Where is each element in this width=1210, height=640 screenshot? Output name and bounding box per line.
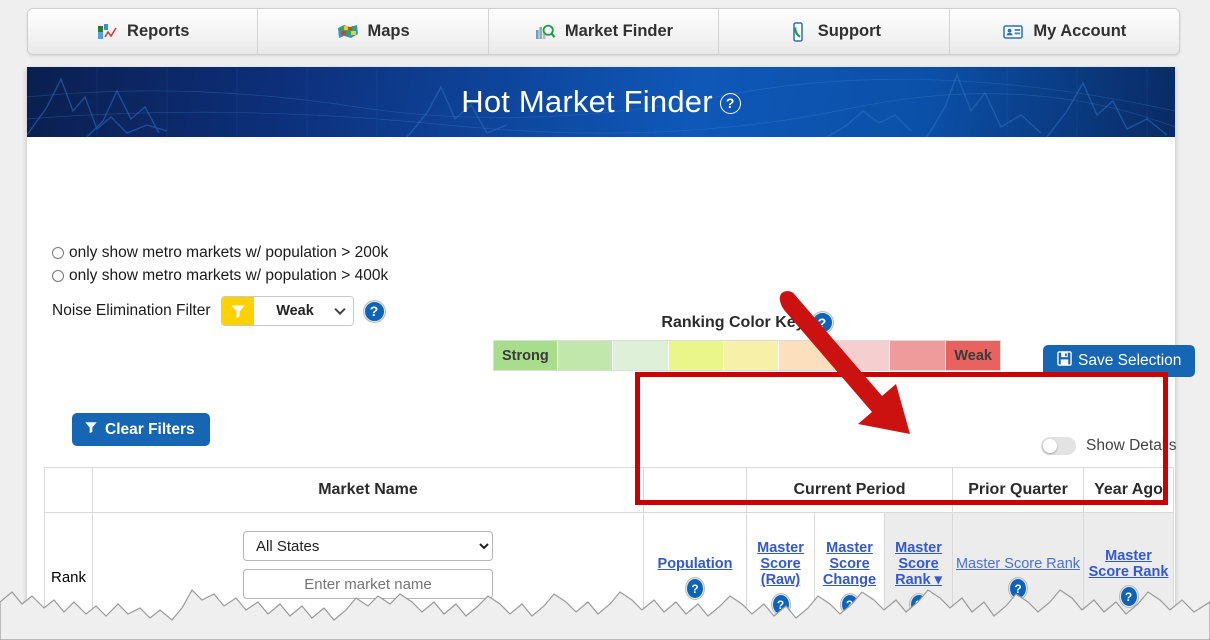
group-header-prior-quarter: Prior Quarter — [952, 467, 1084, 513]
noise-filter-label: Noise Elimination Filter — [52, 302, 211, 319]
funnel-icon — [84, 420, 98, 439]
radio-200k-label: only show metro markets w/ population > … — [69, 244, 389, 261]
radio-400k-label: only show metro markets w/ population > … — [69, 267, 389, 284]
color-key-weak-label: Weak — [954, 347, 992, 364]
filters-panel: only show metro markets w/ population > … — [52, 244, 388, 326]
save-selection-label: Save Selection — [1078, 352, 1182, 369]
market-link[interactable]: Market — [345, 607, 391, 624]
chart-search-icon — [534, 21, 556, 43]
year-ago-rank-help-icon[interactable]: ? — [1119, 586, 1138, 608]
nav-tab-label: My Account — [1033, 22, 1127, 40]
column-header-year-ago-rank[interactable]: Master Score Rank ? — [1083, 512, 1174, 640]
group-header-population-blank — [643, 467, 747, 513]
phone-icon — [787, 21, 809, 43]
nav-tab-my-account[interactable]: My Account — [949, 9, 1179, 54]
noise-filter-select[interactable]: Weak — [253, 297, 353, 325]
prior-quarter-rank-help-icon[interactable]: ? — [1009, 578, 1027, 600]
funnel-icon — [221, 297, 254, 325]
group-header-market-name: Market Name — [92, 467, 644, 513]
color-key-segment — [723, 341, 780, 370]
column-header-market-filters: All States Market — [92, 512, 644, 640]
master-score-rank-label[interactable]: Master Score Rank ▾ — [885, 540, 952, 589]
group-header-year-ago: Year Ago — [1083, 467, 1174, 513]
master-score-raw-help-icon[interactable]: ? — [771, 594, 790, 616]
ranking-color-key-title-text: Ranking Color Key — [661, 313, 805, 331]
show-details-toggle[interactable] — [1041, 437, 1076, 455]
year-ago-rank-label[interactable]: Master Score Rank — [1084, 548, 1173, 580]
population-column-label[interactable]: Population — [658, 556, 733, 572]
nav-tab-label: Support — [817, 22, 882, 40]
master-score-raw-label[interactable]: Master Score (Raw) — [747, 540, 814, 589]
column-header-master-score-change[interactable]: Master Score Change ? — [814, 512, 885, 640]
color-key-segment — [834, 341, 891, 370]
master-score-change-label[interactable]: Master Score Change — [815, 540, 884, 589]
noise-filter-help-icon[interactable]: ? — [363, 300, 385, 322]
floppy-disk-icon — [1057, 351, 1072, 371]
show-details-control[interactable]: Show Details — [1041, 437, 1176, 455]
color-key-segment — [613, 341, 669, 370]
markets-table-wrapper: Market Name Current Period Prior Quarter… — [44, 467, 1174, 640]
banner-help-icon[interactable]: ? — [719, 93, 741, 114]
color-key-segment-strong: Strong — [494, 341, 558, 370]
clear-filters-button[interactable]: Clear Filters — [72, 413, 210, 446]
nav-tab-support[interactable]: Support — [719, 9, 950, 54]
state-select[interactable]: All States — [243, 531, 493, 561]
bar-chart-icon — [96, 21, 118, 43]
nav-tab-label: Market Finder — [564, 22, 674, 40]
noise-filter-row: Noise Elimination Filter Weak ? — [52, 296, 388, 326]
show-details-label: Show Details — [1086, 437, 1177, 454]
noise-filter-value: Weak — [276, 303, 314, 319]
color-key-segment — [557, 341, 614, 370]
master-score-rank-help-icon[interactable]: ? — [909, 594, 928, 616]
column-header-rank: Rank — [44, 512, 93, 640]
toggle-knob — [1043, 439, 1057, 453]
radio-population-400k[interactable]: only show metro markets w/ population > … — [52, 267, 388, 285]
prior-quarter-rank-label[interactable]: Master Score Rank — [956, 556, 1080, 572]
us-map-icon — [337, 21, 359, 43]
noise-filter-control[interactable]: Weak — [220, 296, 354, 326]
save-selection-button[interactable]: Save Selection — [1043, 345, 1196, 377]
column-header-prior-quarter-rank[interactable]: Master Score Rank ? — [952, 512, 1084, 640]
clear-filters-label: Clear Filters — [105, 420, 195, 438]
page-banner: Hot Market Finder? — [27, 67, 1175, 137]
nav-tab-label: Reports — [127, 22, 190, 40]
nav-tab-market-finder[interactable]: Market Finder — [488, 9, 720, 54]
page-title: Hot Market Finder? — [27, 67, 1175, 137]
column-header-master-score-raw[interactable]: Master Score (Raw) ? — [746, 512, 815, 640]
group-header-current-period: Current Period — [746, 467, 953, 513]
table-column-header-row: Rank All States Enter market name Market… — [44, 512, 1174, 640]
markets-table: Market Name Current Period Prior Quarter… — [44, 467, 1174, 640]
color-key-segment — [779, 341, 835, 370]
id-card-icon — [1002, 21, 1024, 43]
table-group-header-row: Market Name Current Period Prior Quarter… — [44, 467, 1174, 513]
radio-population-200k[interactable]: only show metro markets w/ population > … — [52, 244, 388, 262]
color-key-segment-weak: Weak — [945, 341, 1000, 370]
radio-circle-icon — [52, 270, 64, 282]
column-header-master-score-rank[interactable]: Master Score Rank ▾ ? — [884, 512, 953, 640]
ranking-color-key-bar: Strong Weak — [493, 340, 1001, 371]
radio-circle-icon — [52, 247, 64, 259]
nav-tab-maps[interactable]: Maps — [258, 9, 489, 54]
page-title-text: Hot Market Finder — [461, 84, 713, 119]
color-key-strong-label: Strong — [502, 347, 549, 364]
chevron-down-icon — [333, 303, 346, 316]
nav-tab-reports[interactable]: Reports — [28, 9, 259, 54]
color-key-segment — [890, 341, 946, 370]
ranking-color-key: Ranking Color Key ? Strong Weak — [493, 312, 1001, 371]
main-navigation: Reports Maps Market Finder Support My Ac… — [27, 8, 1180, 55]
color-key-segment — [668, 341, 724, 370]
sort-desc-icon[interactable]: ▾ — [935, 572, 942, 588]
market-name-input[interactable] — [243, 569, 493, 599]
master-score-change-help-icon[interactable]: ? — [840, 594, 859, 616]
column-header-population[interactable]: Population ? — [643, 512, 747, 640]
rank-label: Rank — [50, 569, 87, 586]
page-card: Hot Market Finder? only show metro marke… — [27, 67, 1196, 640]
ranking-color-key-title: Ranking Color Key ? — [493, 312, 1001, 333]
app-root: Reports Maps Market Finder Support My Ac… — [0, 0, 1210, 640]
group-header-rank-blank — [44, 467, 93, 513]
ranking-color-key-help-icon[interactable]: ? — [811, 312, 833, 333]
nav-tab-label: Maps — [367, 22, 410, 40]
population-help-icon[interactable]: ? — [686, 578, 704, 600]
